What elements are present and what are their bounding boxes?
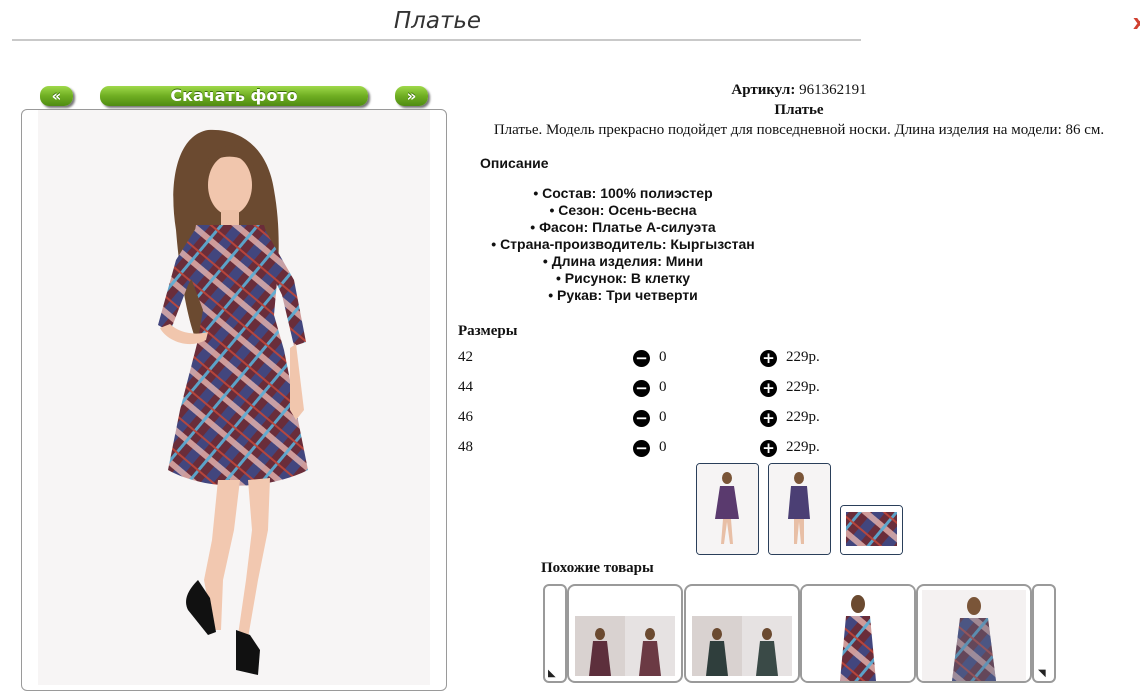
minus-circle-icon[interactable]: −: [633, 440, 650, 457]
quantity-value: 0: [659, 349, 667, 365]
similar-product-image: [922, 590, 1026, 681]
properties-list: Состав: 100% полиэстер Сезон: Осень-весн…: [458, 185, 788, 304]
plus-circle-icon[interactable]: +: [760, 380, 777, 397]
sizes-heading: Размеры: [458, 323, 518, 339]
carousel-prev-button[interactable]: ◣: [543, 584, 567, 683]
property-item: Длина изделия: Мини: [458, 253, 788, 270]
page-title: Платье: [393, 8, 482, 34]
property-item: Фасон: Платье А-силуэта: [458, 219, 788, 236]
article-line: Артикул: 961362191: [458, 82, 1140, 99]
minus-circle-icon[interactable]: −: [633, 350, 650, 367]
property-item: Сезон: Осень-весна: [458, 202, 788, 219]
close-icon[interactable]: x: [1133, 10, 1140, 34]
download-photo-button[interactable]: Скачать фото: [100, 86, 368, 106]
property-item: Рисунок: В клетку: [458, 270, 788, 287]
property-item: Рукав: Три четверти: [458, 287, 788, 304]
size-row: 44 − 0 + 229р.: [458, 379, 858, 401]
thumbnail-image: [769, 464, 830, 554]
similar-product-card[interactable]: [800, 584, 916, 683]
carousel-next-button[interactable]: ◥: [1032, 584, 1056, 683]
quantity-value: 0: [659, 409, 667, 425]
size-value: 44: [458, 379, 473, 395]
size-value: 48: [458, 439, 473, 455]
similar-products-heading: Похожие товары: [541, 560, 654, 576]
similar-product-image: [692, 616, 792, 676]
similar-product-image: [802, 586, 914, 681]
prev-photo-button[interactable]: «: [40, 86, 73, 106]
model-in-dress-image: [158, 129, 308, 675]
resize-corner-icon: ◣: [548, 668, 556, 679]
size-row: 46 − 0 + 229р.: [458, 409, 858, 431]
similar-product-card[interactable]: [567, 584, 683, 683]
thumbnail-image: [697, 464, 758, 554]
thumbnail-image: [841, 506, 902, 554]
article-value: 961362191: [799, 82, 867, 98]
quantity-value: 0: [659, 439, 667, 455]
price-value: 229р.: [786, 379, 820, 395]
photo-thumbnail[interactable]: [840, 505, 903, 555]
description-heading: Описание: [480, 155, 549, 171]
title-divider: [12, 39, 861, 41]
size-row: 48 − 0 + 229р.: [458, 439, 858, 461]
product-description: Платье. Модель прекрасно подойдет для по…: [493, 122, 1105, 138]
photo-thumbnail[interactable]: [768, 463, 831, 555]
price-value: 229р.: [786, 409, 820, 425]
property-item: Страна-производитель: Кыргызстан: [458, 236, 788, 253]
minus-circle-icon[interactable]: −: [633, 410, 650, 427]
main-product-photo: [21, 109, 447, 691]
plus-circle-icon[interactable]: +: [760, 350, 777, 367]
similar-product-card[interactable]: [684, 584, 800, 683]
article-label: Артикул:: [731, 82, 796, 98]
next-photo-button[interactable]: »: [395, 86, 428, 106]
size-row: 42 − 0 + 229р.: [458, 349, 858, 371]
size-value: 42: [458, 349, 473, 365]
photo-thumbnail[interactable]: [696, 463, 759, 555]
resize-corner-icon: ◥: [1038, 668, 1046, 679]
price-value: 229р.: [786, 439, 820, 455]
plus-circle-icon[interactable]: +: [760, 440, 777, 457]
property-item: Состав: 100% полиэстер: [458, 185, 788, 202]
price-value: 229р.: [786, 349, 820, 365]
similar-product-image: [575, 616, 675, 676]
minus-circle-icon[interactable]: −: [633, 380, 650, 397]
similar-product-card[interactable]: [916, 584, 1032, 683]
size-value: 46: [458, 409, 473, 425]
quantity-value: 0: [659, 379, 667, 395]
plus-circle-icon[interactable]: +: [760, 410, 777, 427]
product-name: Платье: [774, 102, 824, 118]
